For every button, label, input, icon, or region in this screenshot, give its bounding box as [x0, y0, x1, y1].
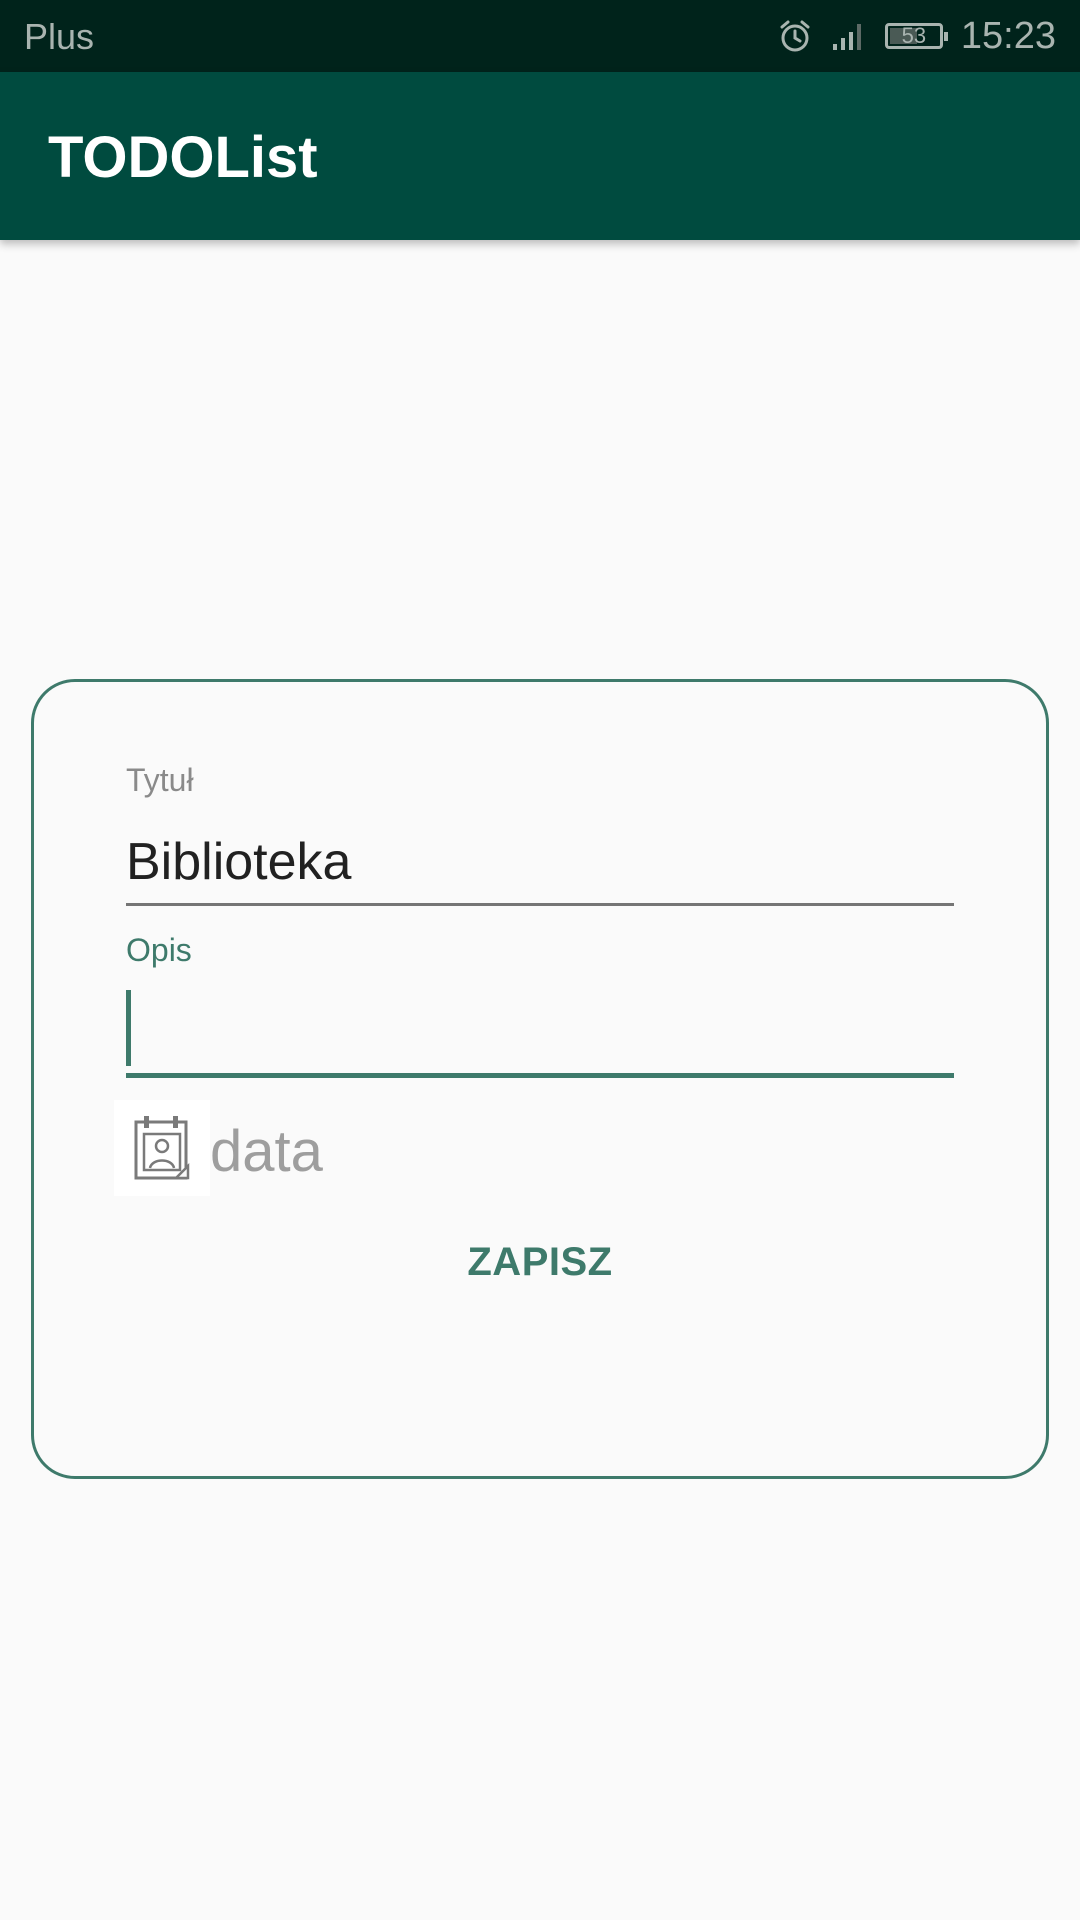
status-bar: Plus 53 15:23 [0, 0, 1080, 72]
battery-icon: 53 [884, 23, 948, 49]
text-cursor [126, 990, 131, 1066]
title-label: Tytuł [126, 762, 194, 798]
description-cursor-area [126, 990, 954, 1072]
app-title: TODOList [48, 125, 318, 190]
task-form-card [31, 679, 1049, 1479]
description-label: Opis [126, 932, 192, 968]
save-button[interactable]: ZAPISZ [430, 1240, 650, 1300]
alarm-icon [777, 18, 813, 54]
carrier-name: Plus [24, 16, 95, 57]
description-input-underline [126, 1073, 954, 1078]
title-input-underline [126, 903, 954, 906]
signal-icon [831, 20, 867, 52]
title-input[interactable]: Biblioteka [126, 832, 351, 892]
battery-level: 53 [901, 23, 927, 48]
clock: 15:23 [960, 14, 1056, 57]
status-icons: 53 15:23 [777, 12, 1056, 60]
app-bar: TODOList [0, 72, 1080, 240]
calendar-icon[interactable] [114, 1100, 210, 1196]
date-field[interactable]: data [210, 1118, 323, 1185]
